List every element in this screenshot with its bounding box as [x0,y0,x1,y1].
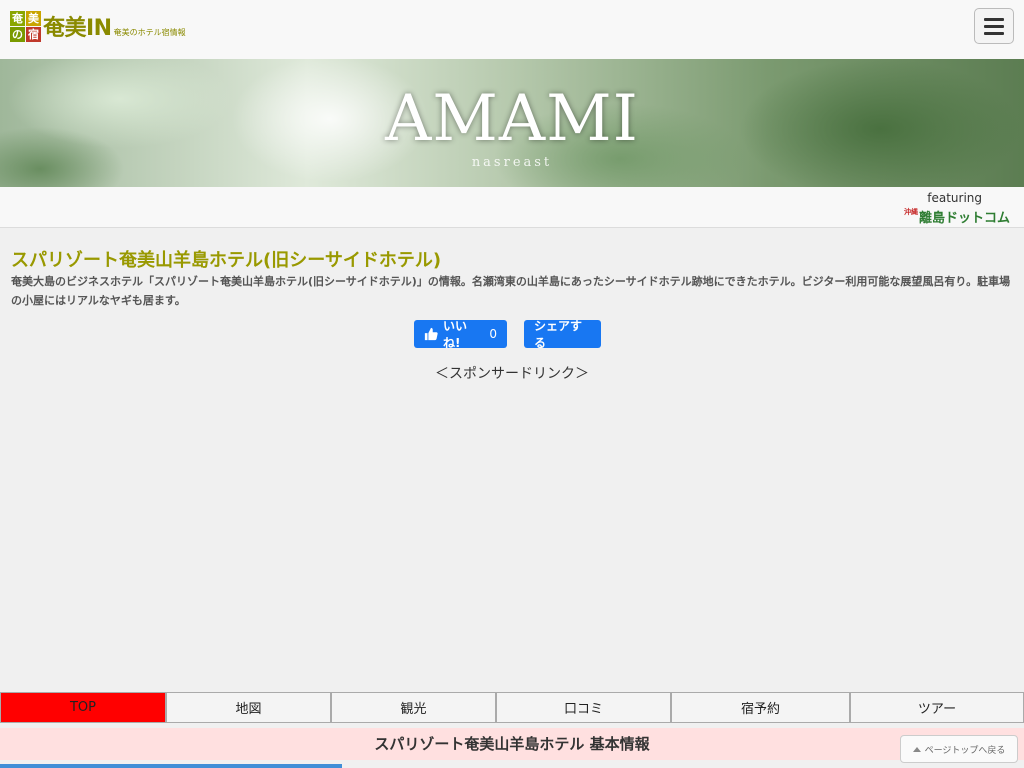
like-count: 0 [489,327,497,341]
logo-char: の [10,26,25,42]
arrow-up-icon [912,746,921,752]
facebook-share-button[interactable]: シェアする [524,319,601,350]
tab-top[interactable]: TOP [0,692,166,723]
tab-sightseeing[interactable]: 観光 [331,692,496,723]
page-top-label: ページトップへ戻る [924,745,1006,756]
page-top-button[interactable]: ページトップへ戻る [900,735,1018,763]
tab-map[interactable]: 地図 [166,692,331,723]
page-description: 奄美大島のビジネスホテル「スパリゾート奄美山羊島ホテル(旧シーサイドホテル)」の… [11,275,1011,307]
share-label: シェアする [534,319,583,350]
site-logo[interactable]: 奄 美 の 宿 奄美IN 奄美のホテル宿情報 [10,10,186,42]
logo-char: 宿 [26,26,41,42]
facebook-like-button[interactable]: いいね! 0 [414,319,507,350]
logo-subtitle: 奄美のホテル宿情報 [113,28,186,37]
hamburger-icon [984,24,1004,28]
section-tabs: TOP 地図 観光 口コミ 宿予約 ツアー [0,692,1024,723]
ritou-dotcom-logo[interactable]: 沖縄離島ドットコム [904,207,1010,226]
blue-strip [0,764,342,768]
thumbs-up-icon [424,327,438,341]
logo-mark: 奄 美 の 宿 [10,10,41,42]
logo-char: 美 [26,10,41,26]
feature-logo-small: 沖縄 [903,208,918,216]
tab-reviews[interactable]: 口コミ [496,692,671,723]
hero-banner: AMAMI nasreast [0,59,1024,187]
tab-booking[interactable]: 宿予約 [671,692,850,723]
hamburger-icon [984,17,1004,21]
like-label: いいね! [442,319,467,350]
feature-logo-text: 離島ドットコム [918,211,1010,226]
top-bar: 奄 美 の 宿 奄美IN 奄美のホテル宿情報 [0,0,1024,59]
featuring-label: featuring [927,191,982,205]
featuring-bar: featuring 沖縄離島ドットコム [0,187,1024,228]
social-buttons: いいね! 0 シェアする [414,319,601,350]
hamburger-menu-button[interactable] [974,8,1014,44]
page-title: スパリゾート奄美山羊島ホテル(旧シーサイドホテル) [11,250,442,271]
hero-subtitle: nasreast [471,155,553,170]
hamburger-icon [984,31,1004,35]
hero-title: AMAMI [385,82,639,156]
sponsored-link-label: ＜スポンサードリンク＞ [435,366,589,382]
basic-info-header: スパリゾート奄美山羊島ホテル 基本情報 [0,728,1024,760]
logo-title: 奄美IN [43,16,112,41]
tab-tours[interactable]: ツアー [850,692,1024,723]
logo-char: 奄 [10,10,25,26]
